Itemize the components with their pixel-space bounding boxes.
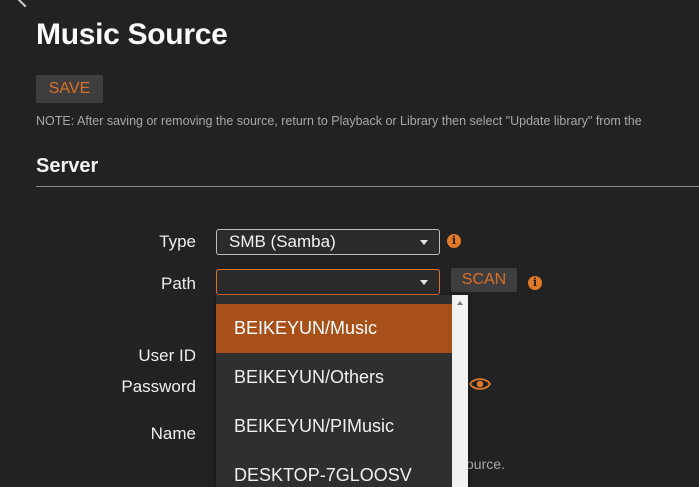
type-select-value: SMB (Samba) (229, 232, 336, 251)
scroll-up-icon[interactable] (457, 301, 463, 305)
dropdown-option[interactable]: BEIKEYUN/Others (216, 353, 452, 402)
save-button[interactable]: SAVE (36, 75, 103, 103)
save-note: NOTE: After saving or removing the sourc… (36, 114, 642, 128)
chevron-down-icon (420, 280, 428, 285)
type-select[interactable]: SMB (Samba) (216, 229, 440, 255)
userid-label: User ID (138, 346, 196, 365)
type-label: Type (159, 232, 196, 251)
dropdown-option[interactable]: BEIKEYUN/PIMusic (216, 402, 452, 451)
section-divider (36, 186, 699, 187)
dropdown-scrollbar[interactable] (452, 295, 468, 487)
page-title: Music Source (36, 18, 228, 51)
eye-icon[interactable] (469, 376, 491, 392)
info-icon[interactable]: i (528, 276, 542, 290)
path-select[interactable] (216, 269, 440, 295)
section-title-server: Server (36, 155, 99, 177)
scan-button[interactable]: SCAN (451, 268, 517, 292)
name-label: Name (150, 424, 196, 443)
dropdown-option[interactable]: DESKTOP-7GLOOSV (216, 451, 452, 487)
path-label: Path (161, 274, 196, 293)
path-dropdown-list: BEIKEYUN/Music BEIKEYUN/Others BEIKEYUN/… (216, 295, 468, 487)
chevron-down-icon (420, 240, 428, 245)
back-chevron-icon[interactable] (13, 0, 37, 8)
password-label: Password (121, 377, 196, 396)
info-icon[interactable]: i (447, 234, 461, 248)
dropdown-option[interactable]: BEIKEYUN/Music (216, 304, 452, 353)
